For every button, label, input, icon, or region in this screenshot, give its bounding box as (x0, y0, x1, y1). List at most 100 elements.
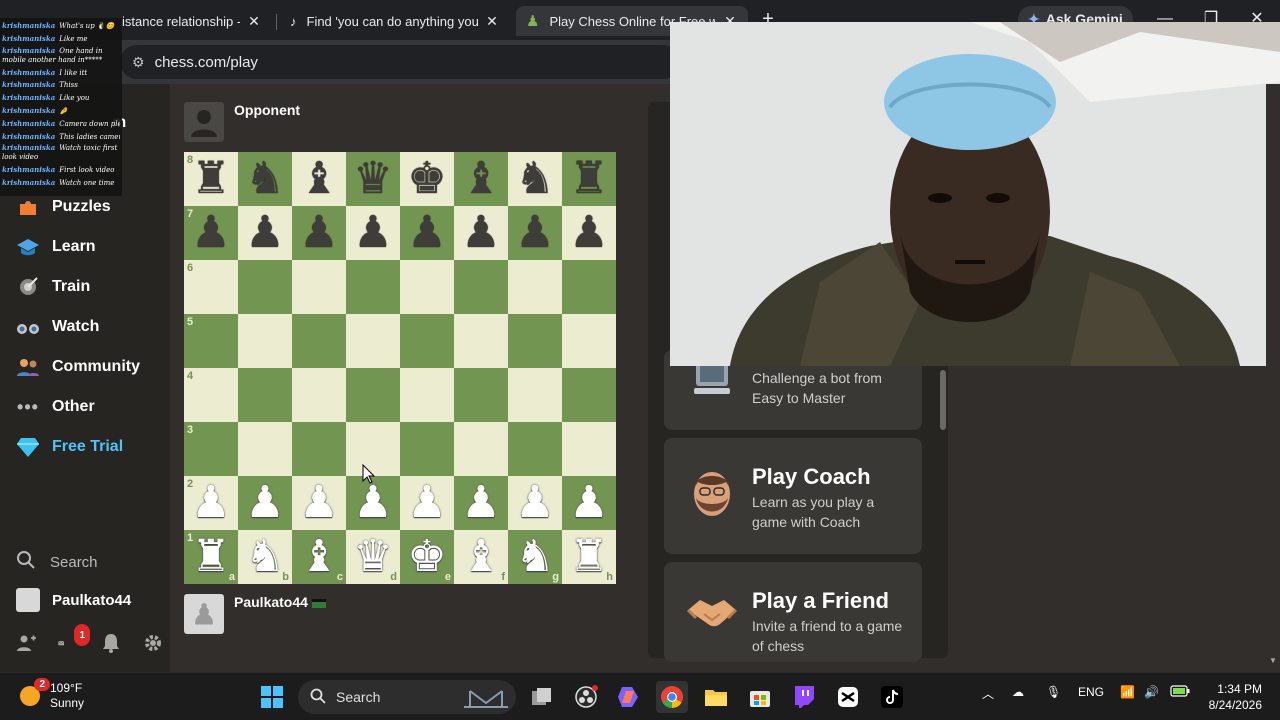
board-square[interactable] (346, 314, 400, 368)
taskbar-search[interactable]: Search (298, 680, 516, 714)
board-square[interactable] (454, 422, 508, 476)
board-square[interactable] (238, 368, 292, 422)
board-square[interactable]: ♟ (454, 206, 508, 260)
weather-widget[interactable]: 2 109°F Sunny (18, 678, 84, 711)
white-pawn-icon[interactable]: ♟ (299, 481, 338, 525)
speaker-icon[interactable]: 🔊 (1144, 685, 1159, 699)
board-square[interactable]: ♞ (238, 152, 292, 206)
board-square[interactable] (508, 422, 562, 476)
capcut-icon[interactable] (832, 681, 864, 713)
board-square[interactable]: c ♝ (292, 530, 346, 584)
player-avatar[interactable]: ♟ (184, 594, 224, 634)
black-pawn-icon[interactable]: ♟ (245, 211, 284, 255)
board-square[interactable]: ♟ (454, 476, 508, 530)
white-pawn-icon[interactable]: ♟ (569, 481, 608, 525)
board-square[interactable]: 5 (184, 314, 238, 368)
board-square[interactable] (508, 260, 562, 314)
board-square[interactable] (400, 368, 454, 422)
white-pawn-icon[interactable]: ♟ (461, 481, 500, 525)
black-pawn-icon[interactable]: ♟ (569, 211, 608, 255)
board-square[interactable]: g ♞ (508, 530, 562, 584)
board-square[interactable]: ♟ (400, 206, 454, 260)
board-square[interactable] (454, 314, 508, 368)
board-square[interactable]: 6 (184, 260, 238, 314)
sidebar-search[interactable]: Search (16, 550, 98, 574)
board-square[interactable]: ♟ (562, 206, 616, 260)
black-king-icon[interactable]: ♚ (407, 157, 446, 201)
board-square[interactable] (508, 314, 562, 368)
board-square[interactable] (238, 422, 292, 476)
clock[interactable]: 1:34 PM 8/24/2026 (1198, 681, 1262, 713)
black-rook-icon[interactable]: ♜ (191, 157, 230, 201)
board-square[interactable]: 3 (184, 422, 238, 476)
black-pawn-icon[interactable]: ♟ (353, 211, 392, 255)
panel-scrollbar[interactable] (940, 370, 946, 430)
address-bar[interactable]: ⚙ chess.com/play (120, 45, 680, 79)
black-pawn-icon[interactable]: ♟ (299, 211, 338, 255)
sidebar-item-other[interactable]: ••• Other (16, 392, 95, 422)
white-bishop-icon[interactable]: ♝ (299, 535, 338, 579)
black-pawn-icon[interactable]: ♟ (461, 211, 500, 255)
board-square[interactable] (400, 314, 454, 368)
white-knight-icon[interactable]: ♞ (245, 535, 284, 579)
file-explorer-icon[interactable] (700, 681, 732, 713)
board-square[interactable] (562, 314, 616, 368)
tiktok-icon[interactable] (876, 681, 908, 713)
obs-icon[interactable] (570, 681, 602, 713)
black-knight-icon[interactable]: ♞ (245, 157, 284, 201)
board-square[interactable]: ♛ (346, 152, 400, 206)
sidebar-item-watch[interactable]: Watch (16, 312, 99, 342)
white-rook-icon[interactable]: ♜ (569, 535, 608, 579)
black-pawn-icon[interactable]: ♟ (407, 211, 446, 255)
board-square[interactable]: ♟ (346, 206, 400, 260)
tab-relationship[interactable]: istance relationship - ✕ (112, 6, 272, 36)
black-knight-icon[interactable]: ♞ (515, 157, 554, 201)
board-square[interactable] (346, 260, 400, 314)
board-square[interactable] (292, 314, 346, 368)
onedrive-icon[interactable]: ☁ (1012, 685, 1024, 699)
board-square[interactable] (508, 368, 562, 422)
mail-icon[interactable]: 1 (58, 624, 90, 654)
site-settings-icon[interactable]: ⚙ (132, 54, 145, 71)
scroll-down-icon[interactable]: ▼ (1269, 656, 1277, 665)
board-square[interactable]: ♟ (508, 206, 562, 260)
board-square[interactable] (562, 422, 616, 476)
board-square[interactable]: ♟ (238, 206, 292, 260)
board-square[interactable]: ♝ (454, 152, 508, 206)
board-square[interactable]: 4 (184, 368, 238, 422)
page-scrollbar[interactable]: ▼ (1266, 84, 1280, 672)
copilot-icon[interactable] (612, 681, 644, 713)
battery-icon[interactable] (1170, 685, 1190, 700)
board-square[interactable]: ♜ (562, 152, 616, 206)
board-square[interactable] (346, 368, 400, 422)
white-king-icon[interactable]: ♚ (407, 535, 446, 579)
board-square[interactable] (292, 260, 346, 314)
black-pawn-icon[interactable]: ♟ (515, 211, 554, 255)
board-square[interactable]: h ♜ (562, 530, 616, 584)
board-square[interactable] (400, 422, 454, 476)
board-square[interactable]: ♚ (400, 152, 454, 206)
sidebar-item-train[interactable]: Train (16, 272, 90, 302)
close-icon[interactable]: ✕ (484, 13, 500, 30)
board-square[interactable] (238, 260, 292, 314)
player-name[interactable]: Paulkato44 (234, 594, 308, 610)
wifi-icon[interactable]: 📶 (1120, 685, 1135, 699)
language-indicator[interactable]: ENG (1078, 685, 1104, 699)
white-knight-icon[interactable]: ♞ (515, 535, 554, 579)
board-square[interactable]: 7 ♟ (184, 206, 238, 260)
board-square[interactable]: ♟ (292, 206, 346, 260)
white-bishop-icon[interactable]: ♝ (461, 535, 500, 579)
board-square[interactable]: e ♚ (400, 530, 454, 584)
board-square[interactable] (292, 368, 346, 422)
board-square[interactable]: 8 ♜ (184, 152, 238, 206)
board-square[interactable] (454, 368, 508, 422)
tab-tiktok[interactable]: ♪ Find 'you can do anything you w ✕ (280, 6, 510, 36)
store-icon[interactable] (744, 681, 776, 713)
board-square[interactable]: d ♛ (346, 530, 400, 584)
black-bishop-icon[interactable]: ♝ (299, 157, 338, 201)
microphone-icon[interactable]: 🎙 (1046, 685, 1061, 699)
board-square[interactable]: 2 ♟ (184, 476, 238, 530)
board-square[interactable]: ♟ (346, 476, 400, 530)
chess-board[interactable]: 8 ♜ ♞ ♝ ♛ ♚ ♝ ♞ ♜ 7 ♟ ♟ ♟ ♟ ♟ ♟ ♟ ♟ 6 5 4 3 2 ♟ ♟ ♟ ♟ ♟ ♟ ♟ ♟ 1 a ♜ b ♞ c ♝ d ♛… (184, 152, 616, 584)
play-friend-card[interactable]: Play a Friend Invite a friend to a game … (664, 562, 922, 662)
